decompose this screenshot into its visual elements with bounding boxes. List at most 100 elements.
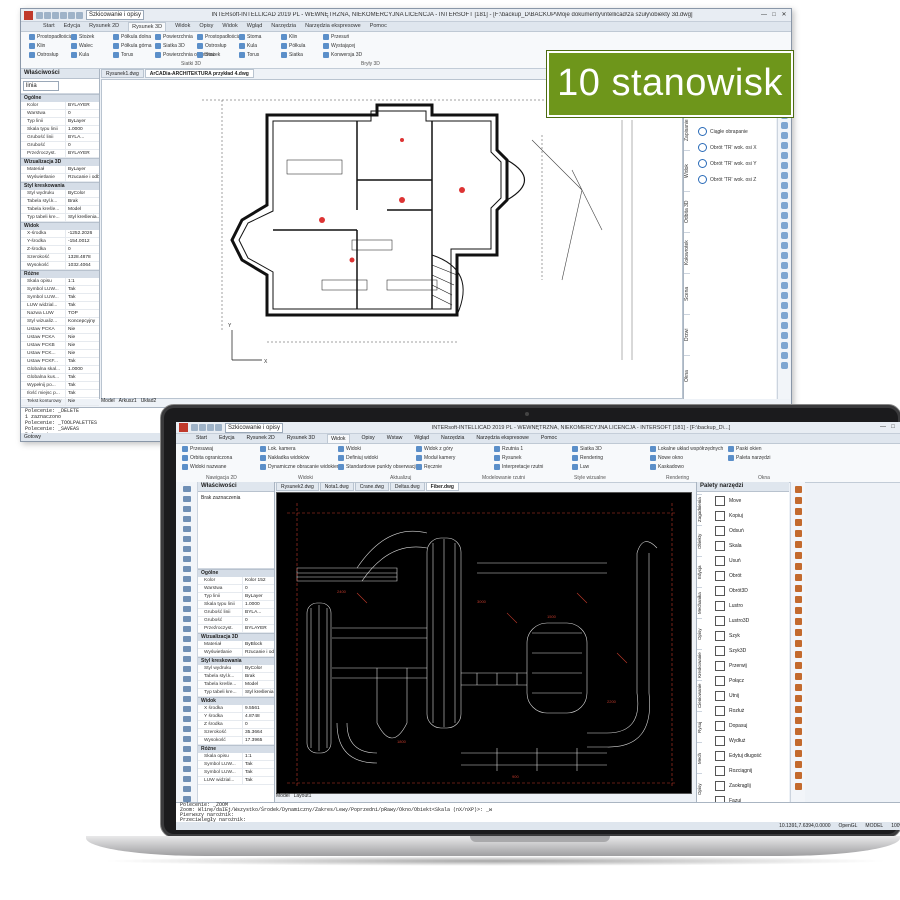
tool-icon[interactable] (794, 673, 802, 680)
save-icon[interactable] (207, 424, 214, 431)
draw-tool-icon[interactable] (182, 756, 191, 762)
property-value[interactable]: 4.8748 (243, 713, 274, 720)
draw-tool-icon[interactable] (182, 486, 191, 492)
palette-tab[interactable]: Zagadnienia (697, 494, 702, 525)
ribbon-button[interactable]: Rendering (572, 455, 603, 461)
palette-tool[interactable]: Utnij (715, 691, 739, 701)
tab-6[interactable]: Widok (222, 22, 237, 31)
maximize-icon[interactable]: □ (770, 12, 778, 19)
property-value[interactable]: 1.0000 (66, 366, 99, 373)
tool-icon[interactable] (780, 342, 788, 349)
palette-tab[interactable]: Mech (697, 742, 702, 773)
draw-tool-icon[interactable] (182, 616, 191, 622)
tool-icon[interactable] (794, 706, 802, 713)
property-value[interactable]: 0 (66, 142, 99, 149)
property-value[interactable]: 1:1 (243, 753, 274, 760)
property-value[interactable]: BYLAYER (243, 625, 274, 632)
vertical-tab[interactable]: Drzwi (684, 314, 690, 355)
layout-tab[interactable]: Model (276, 793, 290, 801)
undo-icon[interactable] (215, 424, 222, 431)
tool-icon[interactable] (780, 252, 788, 259)
ribbon-button[interactable]: Paski okien (728, 446, 762, 452)
tool-icon[interactable] (780, 192, 788, 199)
layout-tab[interactable]: Layout1 (294, 793, 312, 801)
tool-icon[interactable] (794, 739, 802, 746)
property-value[interactable]: Brak (243, 673, 274, 680)
maximize-icon[interactable]: □ (889, 424, 897, 431)
tab-6[interactable]: Wstaw (387, 434, 403, 443)
property-value[interactable]: BYLA... (66, 134, 99, 141)
tool-icon[interactable] (794, 750, 802, 757)
ribbon-button[interactable]: Konwersja 3D (323, 52, 362, 58)
tool-icon[interactable] (794, 585, 802, 592)
tool-icon[interactable] (794, 651, 802, 658)
palette-tab[interactable]: Obiekty (697, 525, 702, 556)
save-icon[interactable] (52, 11, 59, 19)
piping-model-viewport[interactable]: 2400 3000 1500 2200 1800 900 (276, 492, 692, 794)
ribbon-button[interactable]: Moduł kamery (416, 455, 455, 461)
property-value[interactable]: Tak (243, 777, 274, 784)
tab-4[interactable]: Widok (327, 434, 350, 443)
palette-tool[interactable]: Obrót3D (715, 586, 748, 596)
property-value[interactable]: Nie (66, 398, 99, 405)
ribbon-button[interactable]: Ostrosłup (197, 43, 226, 49)
floor-plan-viewport[interactable]: YX (101, 79, 683, 399)
property-value[interactable]: 1032.4064 (66, 262, 99, 269)
draw-tool-icon[interactable] (182, 596, 191, 602)
tool-icon[interactable] (780, 222, 788, 229)
section-header[interactable]: Widok (198, 697, 274, 705)
draw-tool-icon[interactable] (182, 656, 191, 662)
tab-8[interactable]: Narzędzia (271, 22, 296, 31)
property-value[interactable]: Brak (66, 198, 99, 205)
tool-icon[interactable] (794, 486, 802, 493)
tool-icon[interactable] (780, 352, 788, 359)
palette-tab[interactable]: Opisy (697, 618, 702, 649)
palette-tool[interactable]: Dopasuj (715, 721, 747, 731)
property-value[interactable]: Tak (66, 382, 99, 389)
property-value[interactable]: -154.0012 (66, 238, 99, 245)
palette-tab[interactable]: Opisy (697, 773, 702, 804)
property-value[interactable]: ByLayer (66, 166, 99, 173)
tool-icon[interactable] (780, 262, 788, 269)
draw-tool-icon[interactable] (182, 776, 191, 782)
undo-icon[interactable] (68, 11, 75, 19)
tab-7[interactable]: Wgląd (247, 22, 263, 31)
selection-list[interactable]: Brak zaznaczenia (198, 492, 274, 569)
section-header[interactable]: Różne (198, 745, 274, 753)
draw-tool-icon[interactable] (182, 666, 191, 672)
ribbon-button[interactable]: Klin (29, 43, 45, 49)
vertical-tab[interactable]: Kołowrotek (684, 232, 690, 273)
ribbon-button[interactable]: Lok. kamera (260, 446, 296, 452)
property-value[interactable]: 1:1 (66, 278, 99, 285)
tool-icon[interactable] (794, 596, 802, 603)
palette-tool[interactable]: Szyk (715, 631, 740, 641)
draw-tool-icon[interactable] (182, 686, 191, 692)
ribbon-button[interactable]: Torus (113, 52, 133, 58)
tool-icon[interactable] (794, 772, 802, 779)
tool-icon[interactable] (794, 662, 802, 669)
ribbon-button[interactable]: Półkula dolna (113, 34, 151, 40)
layout-tab[interactable]: Model (101, 398, 115, 406)
palette-tool[interactable]: Move (715, 496, 741, 506)
tab-9[interactable]: Narzędzia ekspresowe (476, 434, 528, 443)
property-value[interactable]: Styl kreślenia (243, 689, 274, 696)
tool-icon[interactable] (794, 530, 802, 537)
tool-icon[interactable] (780, 132, 788, 139)
workspace-select[interactable]: Szkicowanie i opisy (225, 422, 284, 433)
print-icon[interactable] (60, 11, 67, 19)
minimize-icon[interactable]: — (760, 12, 768, 19)
property-value[interactable]: Tak (66, 302, 99, 309)
ribbon-button[interactable]: Prostopadłościan (29, 34, 75, 40)
draw-tool-icon[interactable] (182, 566, 191, 572)
draw-tool-icon[interactable] (182, 706, 191, 712)
tool-icon[interactable] (794, 563, 802, 570)
section-header[interactable]: Styl kreskowania (198, 657, 274, 665)
ribbon-button[interactable]: Kula (71, 52, 89, 58)
draw-tool-icon[interactable] (182, 606, 191, 612)
tab-3[interactable]: Rysunek 3D (128, 22, 167, 31)
tab-1[interactable]: Edycja (219, 434, 235, 443)
palette-tool[interactable]: Lustro (715, 601, 743, 611)
vertical-tab[interactable]: Odbita 3D (684, 191, 690, 232)
palette-tool[interactable]: Rozłuż (715, 706, 744, 716)
tool-icon[interactable] (794, 574, 802, 581)
